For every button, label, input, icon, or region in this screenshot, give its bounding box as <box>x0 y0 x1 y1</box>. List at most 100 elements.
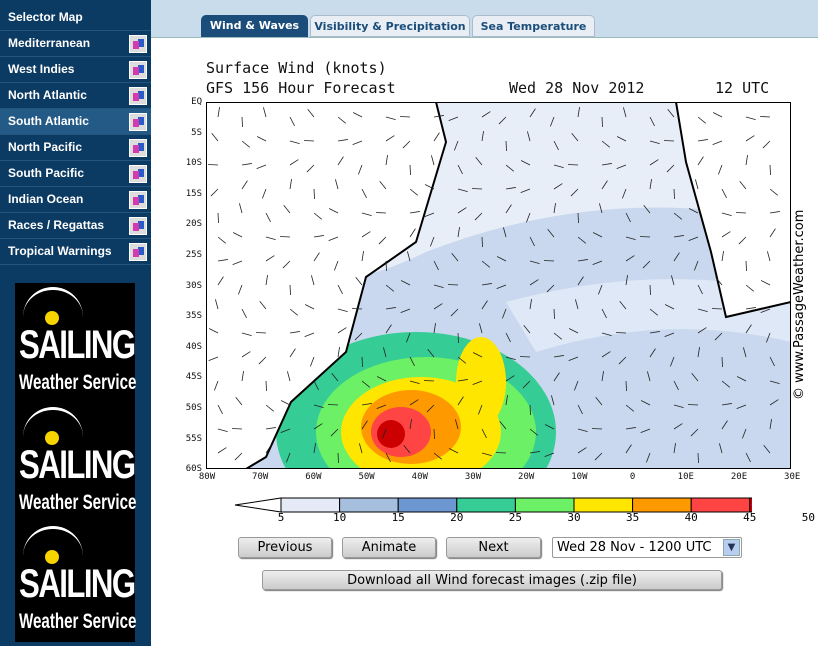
wind-barb <box>529 404 531 416</box>
lon-label: 20W <box>518 472 535 482</box>
download-zip-button[interactable]: Download all Wind forecast images (.zip … <box>262 570 722 590</box>
wind-barb <box>471 188 483 190</box>
sidebar-item-races-regattas[interactable]: Races / Regattas <box>0 213 151 239</box>
lat-label: 50S <box>185 403 202 413</box>
wind-barb <box>567 164 579 166</box>
sailing-weather-logo[interactable]: SAILING Weather Service <box>15 522 136 642</box>
wind-map[interactable] <box>206 102 791 469</box>
map-image-icon[interactable] <box>129 61 147 79</box>
wind-30-35-east <box>456 337 506 427</box>
lon-label: 70W <box>252 472 269 482</box>
wind-45-50 <box>377 420 405 448</box>
wind-barb <box>711 308 723 310</box>
chevron-down-icon[interactable]: ▼ <box>723 539 740 556</box>
colorbar-swatch <box>632 497 692 513</box>
map-image-icon[interactable] <box>129 243 147 261</box>
wind-barb <box>313 188 315 200</box>
lon-label: 0 <box>629 472 636 482</box>
next-button[interactable]: Next <box>446 537 541 558</box>
lat-label: 55S <box>185 433 202 444</box>
wind-barb <box>231 428 243 430</box>
map-image-icon[interactable] <box>129 217 147 235</box>
sidebar-item-south-pacific[interactable]: South Pacific <box>0 161 151 187</box>
sidebar-item-indian-ocean[interactable]: Indian Ocean <box>0 187 151 213</box>
wind-barb <box>519 356 531 358</box>
lon-label: 30E <box>784 472 801 482</box>
wind-barb <box>265 380 267 392</box>
sidebar-item-west-indies[interactable]: West Indies <box>0 57 151 83</box>
sidebar-item-selector-map[interactable]: Selector Map <box>0 5 151 31</box>
sidebar-item-tropical-warnings[interactable]: Tropical Warnings <box>0 239 151 265</box>
wind-barb <box>687 404 699 406</box>
wind-barb <box>769 164 771 176</box>
map-image-icon[interactable] <box>129 165 147 183</box>
wind-barb <box>423 380 435 382</box>
wind-barb <box>601 116 603 128</box>
wind-barb <box>543 260 555 262</box>
previous-button[interactable]: Previous <box>238 537 332 558</box>
tab-wind-waves[interactable]: Wind & Waves <box>201 15 308 37</box>
animate-button[interactable]: Animate <box>342 537 436 558</box>
sidebar-item-south-atlantic[interactable]: South Atlantic <box>0 109 151 135</box>
wind-barb <box>241 116 243 128</box>
sidebar-item-label: Tropical Warnings <box>8 244 112 258</box>
sailing-weather-logo[interactable]: SAILING Weather Service <box>15 283 136 403</box>
colorbar-swatch <box>280 497 341 513</box>
wind-barb <box>625 380 627 392</box>
sailing-weather-logo[interactable]: SAILING Weather Service <box>15 403 136 523</box>
lon-label: 10E <box>677 472 694 482</box>
wind-barb <box>673 188 675 200</box>
wind-barb <box>303 140 315 142</box>
sidebar-item-label: North Atlantic <box>8 88 87 102</box>
map-image-icon[interactable] <box>129 139 147 157</box>
sidebar: Selector Map Mediterranean West Indies Nort… <box>0 0 151 646</box>
wind-barb <box>639 236 651 238</box>
wind-barb <box>745 260 747 272</box>
colorbar-label: 10 <box>332 511 347 524</box>
map-title: Surface Wind (knots) <box>206 59 387 77</box>
colorbar-label: 35 <box>625 511 640 524</box>
wind-barb <box>697 452 699 464</box>
sidebar-item-mediterranean[interactable]: Mediterranean <box>0 31 151 57</box>
lat-label: 40S <box>185 341 202 352</box>
sidebar-item-north-pacific[interactable]: North Pacific <box>0 135 151 161</box>
sidebar-item-label: Mediterranean <box>8 36 91 50</box>
sidebar-item-label: South Atlantic <box>8 114 89 128</box>
colorbar-swatch <box>397 497 458 513</box>
wind-barb <box>615 332 627 334</box>
lat-label: EQ <box>191 97 202 107</box>
lon-label: 10W <box>571 472 588 482</box>
wind-barb <box>663 140 675 142</box>
sidebar-item-label: North Pacific <box>8 140 83 154</box>
colorbar-label: 5 <box>277 511 285 524</box>
wind-barb <box>591 428 603 430</box>
sidebar-item-north-atlantic[interactable]: North Atlantic <box>0 83 151 109</box>
wind-barb <box>375 212 387 214</box>
wind-barb <box>577 212 579 224</box>
wind-barb <box>327 404 339 406</box>
wind-barb <box>207 164 219 166</box>
wind-barb <box>649 284 651 296</box>
wind-barb <box>361 356 363 368</box>
lon-label: 50W <box>358 472 375 482</box>
wind-barb <box>433 428 435 440</box>
wind-barb <box>351 308 363 310</box>
colorbar-label: 15 <box>391 511 405 524</box>
wind-barb <box>457 332 459 344</box>
tab-visibility-precipitation[interactable]: Visibility & Precipitation <box>310 15 470 37</box>
colorbar-swatch <box>456 497 516 513</box>
wind-barb <box>279 236 291 238</box>
tab-sea-temperature[interactable]: Sea Temperature <box>472 15 595 37</box>
map-image-icon[interactable] <box>129 191 147 209</box>
map-image-icon[interactable] <box>129 113 147 131</box>
lon-label: 60W <box>305 472 322 482</box>
colorbar-swatch <box>339 497 399 513</box>
map-image-icon[interactable] <box>129 35 147 53</box>
wind-barb <box>721 356 723 368</box>
lon-label: 40W <box>411 472 428 482</box>
sidebar-item-label: West Indies <box>8 62 75 76</box>
forecast-time-select[interactable]: Wed 28 Nov - 1200 UTC ▼ <box>552 537 742 558</box>
lat-label: 20S <box>185 219 202 230</box>
map-image-icon[interactable] <box>129 87 147 105</box>
wind-barb <box>337 452 339 464</box>
